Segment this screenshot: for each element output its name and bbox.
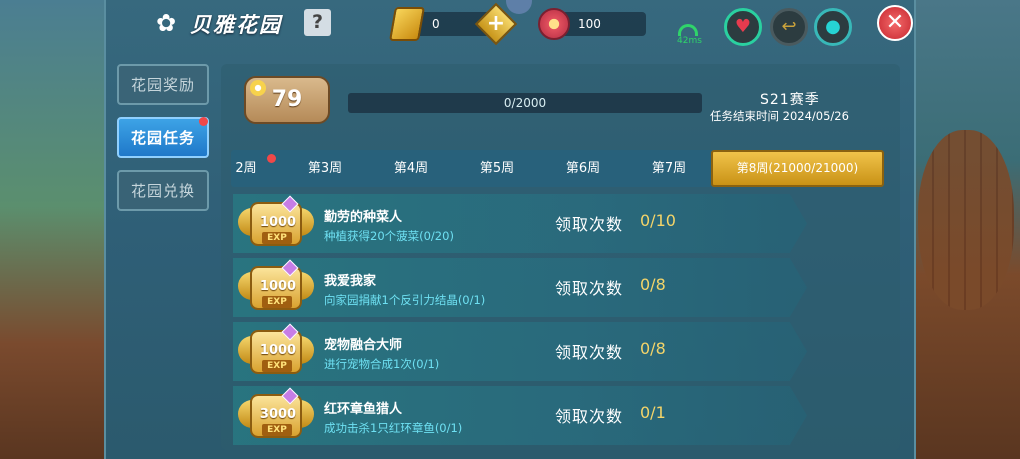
claim-count: 0/8 <box>640 339 666 358</box>
task-name: 红环章鱼猎人 <box>324 402 403 417</box>
flower-counter: 100 <box>560 12 646 36</box>
exp-value: 1000 <box>259 279 297 294</box>
claim-count: 0/8 <box>640 275 666 294</box>
exp-reward-badge: 1000 EXP <box>238 323 314 378</box>
background-left <box>0 0 104 459</box>
return-arrow-icon: ↩ <box>781 16 797 37</box>
tab-week-5[interactable]: 第5周 <box>462 150 532 187</box>
exp-label: EXP <box>262 232 292 244</box>
claim-label: 领取次数 <box>555 215 624 234</box>
close-button[interactable]: ✕ <box>877 5 913 41</box>
claim-label: 领取次数 <box>555 407 624 426</box>
water-button[interactable]: ● <box>814 8 852 46</box>
tab-week-6[interactable]: 第6周 <box>548 150 618 187</box>
flower-value: 100 <box>578 17 601 31</box>
tab-week-7[interactable]: 第7周 <box>634 150 704 187</box>
tab-week-3[interactable]: 第3周 <box>290 150 360 187</box>
flower-icon: ✿ <box>155 9 177 37</box>
gold-bar-icon <box>389 7 425 41</box>
task-name: 我爱我家 <box>324 274 377 289</box>
exp-value: 1000 <box>259 343 297 358</box>
badge-body: 1000 EXP <box>250 259 302 310</box>
water-drop-icon: ● <box>825 16 841 37</box>
heart-icon: ♥ <box>734 16 752 37</box>
claim-count: 0/10 <box>640 211 676 230</box>
background-right <box>916 0 1020 459</box>
exp-label: EXP <box>262 424 292 436</box>
gem-icon <box>281 323 299 341</box>
garden-progress-bar: 0/2000 <box>348 93 702 113</box>
sidebar-item-exchange[interactable]: 花园兑换 <box>117 170 209 211</box>
task-name: 勤劳的种菜人 <box>324 210 403 225</box>
gem-icon <box>281 259 299 277</box>
exp-label: EXP <box>262 360 292 372</box>
task-row[interactable] <box>233 386 807 445</box>
tab-week-4[interactable]: 第4周 <box>376 150 446 187</box>
close-icon: ✕ <box>885 10 905 35</box>
sidebar-item-rewards[interactable]: 花园奖励 <box>117 64 209 105</box>
notification-dot <box>199 117 208 126</box>
task-row[interactable] <box>233 258 807 317</box>
plus-icon: + <box>486 11 506 36</box>
claim-count: 0/1 <box>640 403 666 422</box>
claim-label: 领取次数 <box>555 279 624 298</box>
task-description: 向家园捐献1个反引力结晶(0/1) <box>324 293 486 307</box>
tab-week-2[interactable]: 2周 <box>226 150 266 187</box>
help-button[interactable]: ? <box>304 9 331 36</box>
exp-label: EXP <box>262 296 292 308</box>
tab-week-8[interactable]: 第8周(21000/21000) <box>711 150 884 187</box>
garden-level: 79 <box>271 87 303 112</box>
exp-value: 1000 <box>259 215 297 230</box>
task-row[interactable] <box>233 322 807 381</box>
exp-reward-badge: 1000 EXP <box>238 259 314 314</box>
return-button[interactable]: ↩ <box>770 8 808 46</box>
ping-indicator: 42ms <box>677 36 702 46</box>
exp-reward-badge: 3000 EXP <box>238 387 314 442</box>
task-description: 成功击杀1只红环章鱼(0/1) <box>324 421 463 435</box>
gem-icon <box>281 195 299 213</box>
badge-body: 3000 EXP <box>250 387 302 438</box>
exp-reward-badge: 1000 EXP <box>238 195 314 250</box>
gem-icon <box>281 387 299 405</box>
task-name: 宠物融合大师 <box>324 338 403 353</box>
sidebar-item-tasks[interactable]: 花园任务 <box>117 117 209 158</box>
week-2-notification-dot <box>267 154 276 163</box>
barrel-decoration <box>918 130 1014 310</box>
red-flower-icon <box>538 8 570 40</box>
claim-label: 领取次数 <box>555 343 624 362</box>
season-label: S21赛季 <box>760 92 820 108</box>
gold-value: 0 <box>432 17 440 31</box>
badge-body: 1000 EXP <box>250 195 302 246</box>
exp-value: 3000 <box>259 407 297 422</box>
task-description: 种植获得20个菠菜(0/20) <box>324 229 454 243</box>
badge-body: 1000 EXP <box>250 323 302 374</box>
level-flower-icon <box>250 80 266 96</box>
heart-button[interactable]: ♥ <box>724 8 762 46</box>
task-description: 进行宠物合成1次(0/1) <box>324 357 440 371</box>
page-title: 贝雅花园 <box>190 13 282 37</box>
task-row[interactable] <box>233 194 807 253</box>
season-end-time: 任务结束时间 2024/05/26 <box>710 109 849 123</box>
